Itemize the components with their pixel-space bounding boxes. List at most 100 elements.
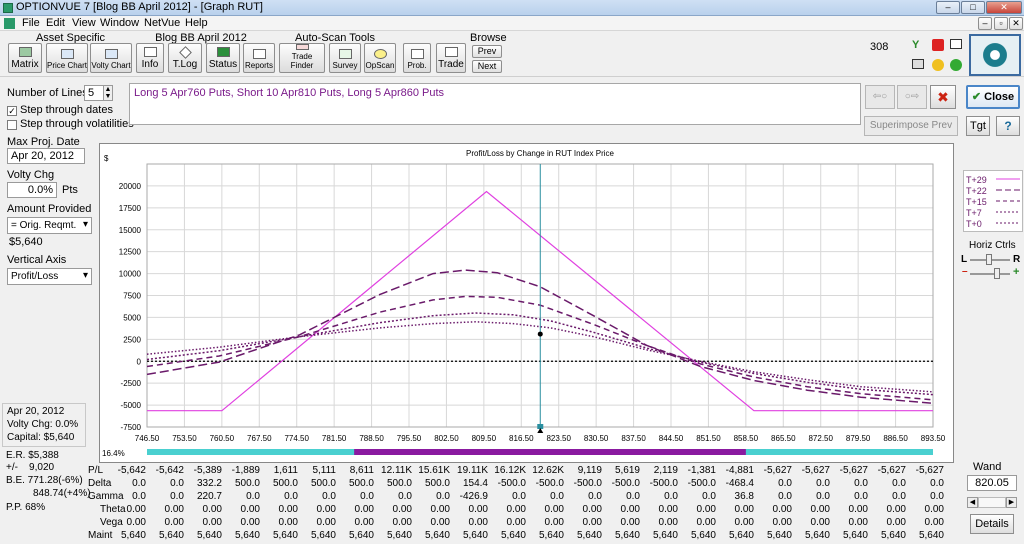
menu-view[interactable]: View [72,17,96,29]
num-lines-field[interactable]: 5 [84,85,104,101]
alert-icon[interactable] [932,59,944,71]
table-cell: 0.0 [778,491,792,502]
table-cell: 5,640 [880,530,906,541]
maximize-button[interactable]: □ [961,1,985,14]
title-bar: OPTIONVUE 7 [Blog BB April 2012] - [Grap… [0,0,1024,16]
table-cell: -5,627 [877,465,906,476]
yahoo-icon[interactable]: Y [912,39,924,51]
table-cell: 0.0 [702,491,716,502]
table-cell: 0.00 [772,517,792,528]
table-cell: 0.00 [620,504,640,515]
table-cell: -500.0 [611,478,640,489]
menu-netvue[interactable]: NetVue [144,17,180,29]
table-cell: 0.0 [930,478,944,489]
exit-icon[interactable] [932,39,944,51]
price-chart-button[interactable]: Price Chart [46,43,88,73]
child-close-button[interactable]: ✕ [1009,17,1023,30]
table-cell: 0.00 [202,517,222,528]
web-icon[interactable] [950,59,962,71]
table-cell: 0.00 [202,504,222,515]
table-row: 0.00 0.00 0.00 0.00 0.00 0.00 0.00 0.00 0.00 0.00… [110,504,946,515]
table-cell: 0.00 [278,504,298,515]
close-window-button[interactable]: ✕ [986,1,1022,14]
y-tick-label: 20000 [119,182,142,191]
table-cell: 0.0 [246,491,260,502]
wand-scrollbar[interactable] [978,497,1006,508]
child-restore-button[interactable]: ▫ [994,17,1008,30]
row-label: P/L [88,465,104,476]
help-button[interactable]: ? [996,116,1020,136]
prob-button[interactable]: Prob. [403,43,431,73]
table-cell: -468.4 [725,478,754,489]
y-tick-label: 17500 [119,204,142,213]
tlog-icon [178,46,192,59]
next-position-button[interactable]: ○⇨ [897,85,927,109]
opscan-button[interactable]: OpScan [364,43,396,73]
step-dates-checkbox[interactable]: ✓ [7,106,17,116]
volty-chg-field[interactable]: 0.0% [7,182,57,198]
tlog-button[interactable]: T.Log [168,43,202,73]
table-cell: 0.00 [886,517,906,528]
table-cell: 0.0 [816,478,830,489]
horiz-slider-thumb-1[interactable] [986,254,992,265]
child-minimize-button[interactable]: – [978,17,992,30]
table-cell: 5,640 [348,530,374,541]
max-proj-field[interactable]: Apr 20, 2012 [7,148,85,164]
prev-position-button[interactable]: ⇦○ [865,85,895,109]
superimpose-prev-button[interactable]: Superimpose Prev [864,116,958,136]
mail-icon[interactable] [950,39,962,49]
menu-file[interactable]: File [22,17,40,29]
browse-prev-button[interactable]: Prev [472,45,502,58]
matrix-button[interactable]: Matrix [8,43,42,73]
delete-position-button[interactable]: ✖ [930,85,956,109]
table-cell: 220.7 [196,491,222,502]
legend-item: T+29 [966,174,1022,185]
browse-next-button[interactable]: Next [472,60,502,73]
table-cell: 0.0 [930,491,944,502]
zoom-minus-label: – [962,266,968,277]
tgt-button[interactable]: Tgt [966,116,990,136]
wand-label: Wand [973,461,1002,473]
y-tick-label: -5000 [121,401,142,410]
table-cell: 0.00 [734,504,754,515]
table-cell: 500.0 [310,478,336,489]
volty-chart-button[interactable]: Volty Chart [90,43,132,73]
x-tick-label: 837.50 [621,434,646,443]
status-button[interactable]: Status [206,43,240,73]
details-button[interactable]: Details [970,514,1014,534]
table-cell: 0.00 [848,517,868,528]
wand-left-arrow[interactable]: ◀ [967,497,978,508]
horiz-slider-thumb-2[interactable] [994,268,1000,279]
trade-finder-button[interactable]: Trade Finder [279,43,325,73]
step-vols-checkbox[interactable] [7,120,17,130]
legend-label: T+22 [966,186,987,196]
table-cell: 0.0 [892,478,906,489]
position-description[interactable]: Long 5 Apr760 Puts, Short 10 Apr810 Puts… [129,83,861,125]
reports-button[interactable]: Reports [243,43,275,73]
vaxis-dropdown[interactable]: Profit/Loss [7,268,92,285]
minimize-button[interactable]: – [936,1,960,14]
table-cell: 0.00 [810,517,830,528]
pl-chart[interactable]: Profit/Loss by Change in RUT Index Price… [100,144,953,462]
amount-label: Amount Provided [7,203,92,215]
menu-edit[interactable]: Edit [46,17,65,29]
table-row: 0.0 0.0 220.7 0.0 0.0 0.0 0.0 0.0 0.0 -426.9 0.0 0.… [110,491,946,502]
amount-dropdown[interactable]: = Orig. Reqmt. [7,217,92,234]
volty-chg-label: Volty Chg [7,169,55,181]
table-cell: 5,640 [690,530,716,541]
num-lines-spinner[interactable]: ▲ ▼ [103,85,113,101]
wand-field[interactable]: 820.05 [967,475,1017,491]
close-button[interactable]: ✔ Close [966,85,1020,109]
table-cell: 0.00 [544,517,564,528]
price-chart-icon [60,49,74,59]
print-icon[interactable] [912,59,924,69]
wand-right-arrow[interactable]: ▶ [1006,497,1017,508]
menu-window[interactable]: Window [100,17,139,29]
zoom-plus-label: + [1013,266,1020,278]
trade-button[interactable]: Trade [436,43,466,73]
menu-help[interactable]: Help [185,17,208,29]
survey-button[interactable]: Survey [329,43,361,73]
table-cell: 19.11K [457,465,488,476]
x-tick-label: 760.50 [210,434,235,443]
info-button[interactable]: Info [136,43,164,73]
